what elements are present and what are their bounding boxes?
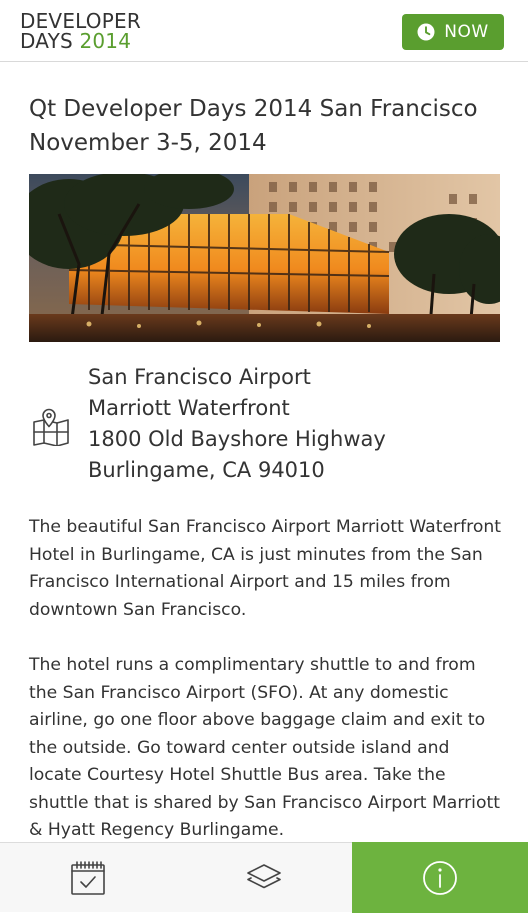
address-line-2: Marriott Waterfront	[88, 396, 290, 420]
logo-line-2: DAYS 2014	[20, 31, 141, 51]
venue-description-paragraph: The beautiful San Francisco Airport Marr…	[29, 517, 501, 620]
app-header: DEVELOPER DAYS 2014 NOW	[0, 0, 528, 62]
now-button-label: NOW	[444, 22, 489, 42]
venue-address: San Francisco Airport Marriott Waterfron…	[0, 362, 528, 492]
hotel-photo-illustration	[29, 174, 500, 342]
address-line-3: 1800 Old Bayshore Highway	[88, 427, 386, 451]
clock-icon	[417, 23, 435, 41]
tab-info[interactable]	[352, 842, 528, 913]
address-line-4: Burlingame, CA 94010	[88, 458, 325, 482]
hotel-photo	[29, 174, 500, 342]
tab-tracks[interactable]	[176, 843, 352, 913]
logo-line-1: DEVELOPER	[20, 9, 141, 33]
map-pin-icon[interactable]	[32, 408, 70, 446]
now-button[interactable]: NOW	[402, 14, 504, 50]
info-icon	[423, 860, 457, 895]
address-line-1: San Francisco Airport	[88, 365, 311, 389]
developer-days-logo: DEVELOPER DAYS 2014	[20, 11, 141, 51]
address-lines: San Francisco Airport Marriott Waterfron…	[88, 362, 386, 486]
logo-word-days: DAYS	[20, 29, 73, 53]
event-title: Qt Developer Days 2014 San Francisco	[29, 96, 478, 122]
tab-schedule[interactable]	[0, 843, 176, 913]
logo-year: 2014	[79, 29, 132, 53]
event-date: November 3-5, 2014	[29, 130, 267, 156]
venue-info-content[interactable]: Qt Developer Days 2014 San Francisco Nov…	[0, 62, 528, 842]
layers-icon	[247, 864, 281, 889]
shuttle-info-paragraph: The hotel runs a complimentary shuttle t…	[29, 655, 500, 840]
calendar-icon	[71, 861, 105, 895]
bottom-tab-bar	[0, 842, 528, 913]
